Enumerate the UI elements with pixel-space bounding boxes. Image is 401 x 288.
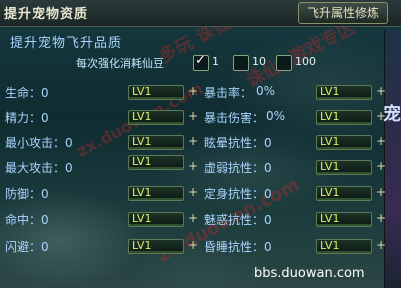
- stat-level-bar: LV1: [128, 212, 184, 227]
- stat-row-min-attack: 最小攻击：0 LV1 +: [0, 134, 200, 150]
- stat-level-bar: LV1: [316, 239, 372, 254]
- stat-row-charm-resist: 魅惑抗性：0 LV1 +: [204, 211, 386, 227]
- stat-label: 最小攻击：0: [5, 136, 73, 150]
- section-subtitle: 提升宠物飞升品质: [10, 36, 123, 51]
- stat-level-bar: LV1: [128, 135, 184, 150]
- upgrade-plus-button[interactable]: +: [188, 159, 198, 173]
- ascension-attribute-tab-button[interactable]: 飞升属性修炼: [298, 2, 388, 24]
- window-titlebar: 提升宠物资质 飞升属性修炼: [0, 0, 401, 27]
- stat-row-max-attack: 最大攻击：0 LV1 +: [0, 155, 200, 175]
- stat-label: 虚弱抗性：0: [204, 161, 272, 175]
- stat-level-bar: LV1: [316, 110, 372, 125]
- stat-level-bar: LV1: [316, 160, 372, 175]
- bean-cost-label: 每次强化消耗仙豆: [76, 57, 164, 70]
- stat-row-evasion: 闪避：0 LV1 +: [0, 238, 200, 254]
- stat-row-weaken-resist: 虚弱抗性：0 LV1 +: [204, 159, 386, 175]
- bean-cost-checkbox-100[interactable]: [276, 55, 292, 71]
- stat-label: 昏睡抗性：0: [204, 240, 272, 254]
- side-panel-edge: 宠: [383, 30, 401, 288]
- stat-level-bar: LV1: [316, 186, 372, 201]
- stat-label: 暴击率：: [204, 86, 253, 100]
- upgrade-plus-button[interactable]: +: [376, 134, 386, 148]
- upgrade-plus-button[interactable]: +: [376, 84, 386, 98]
- stat-row-hp: 生命：0 LV1 +: [0, 84, 200, 100]
- stat-level-bar: LV1: [128, 85, 184, 100]
- stat-label: 防御：0: [5, 187, 49, 201]
- stat-label: 生命：0: [5, 86, 49, 100]
- stat-label: 闪避：0: [5, 240, 49, 254]
- upgrade-plus-button[interactable]: +: [188, 211, 198, 225]
- stat-level-bar: LV1: [128, 186, 184, 201]
- stat-label: 定身抗性：0: [204, 187, 272, 201]
- stat-row-stun-resist: 眩晕抗性：0 LV1 +: [204, 134, 386, 150]
- stat-label: 眩晕抗性：0: [204, 136, 272, 150]
- upgrade-plus-button[interactable]: +: [188, 109, 198, 123]
- stat-row-crit-damage: 暴击伤害： 0% LV1 +: [204, 109, 386, 125]
- stat-level-bar: LV1: [316, 85, 372, 100]
- window-title: 提升宠物资质: [4, 7, 89, 22]
- upgrade-plus-button[interactable]: +: [376, 109, 386, 123]
- stat-level-bar: LV1: [316, 135, 372, 150]
- stat-row-root-resist: 定身抗性：0 LV1 +: [204, 185, 386, 201]
- stat-label: 暴击伤害：: [204, 111, 265, 125]
- stat-level-bar: LV1: [128, 110, 184, 125]
- upgrade-plus-button[interactable]: +: [376, 238, 386, 252]
- bean-cost-option-label: 100: [295, 55, 316, 68]
- stat-row-accuracy: 命中：0 LV1 +: [0, 211, 200, 227]
- forum-url-watermark: bbs.duowan.com: [254, 266, 365, 281]
- upgrade-plus-button[interactable]: +: [188, 185, 198, 199]
- upgrade-plus-button[interactable]: +: [188, 238, 198, 252]
- bean-cost-checkbox-1[interactable]: [193, 53, 209, 71]
- stat-row-sleep-resist: 昏睡抗性：0 LV1 +: [204, 238, 386, 254]
- upgrade-plus-button[interactable]: +: [376, 185, 386, 199]
- stat-value: 0%: [266, 109, 286, 123]
- stat-row-mp: 精力：0 LV1 +: [0, 109, 200, 125]
- stat-label: 命中：0: [5, 213, 49, 227]
- stat-value: 0%: [256, 84, 276, 98]
- bean-cost-option-label: 10: [252, 55, 266, 68]
- upgrade-plus-button[interactable]: +: [188, 134, 198, 148]
- upgrade-plus-button[interactable]: +: [376, 211, 386, 225]
- upgrade-plus-button[interactable]: +: [376, 159, 386, 173]
- stat-label: 精力：0: [5, 111, 49, 125]
- stat-label: 魅惑抗性：0: [204, 213, 272, 227]
- bean-cost-option-label: 1: [212, 55, 219, 68]
- bean-cost-checkbox-10[interactable]: [233, 55, 249, 71]
- stat-row-crit-rate: 暴击率： 0% LV1 +: [204, 84, 386, 100]
- stat-row-defense: 防御：0 LV1 +: [0, 185, 200, 201]
- stat-label: 最大攻击：0: [5, 161, 73, 175]
- stat-level-bar: LV1: [128, 155, 184, 170]
- stat-level-bar: LV1: [128, 239, 184, 254]
- upgrade-plus-button[interactable]: +: [188, 84, 198, 98]
- stat-level-bar: LV1: [316, 212, 372, 227]
